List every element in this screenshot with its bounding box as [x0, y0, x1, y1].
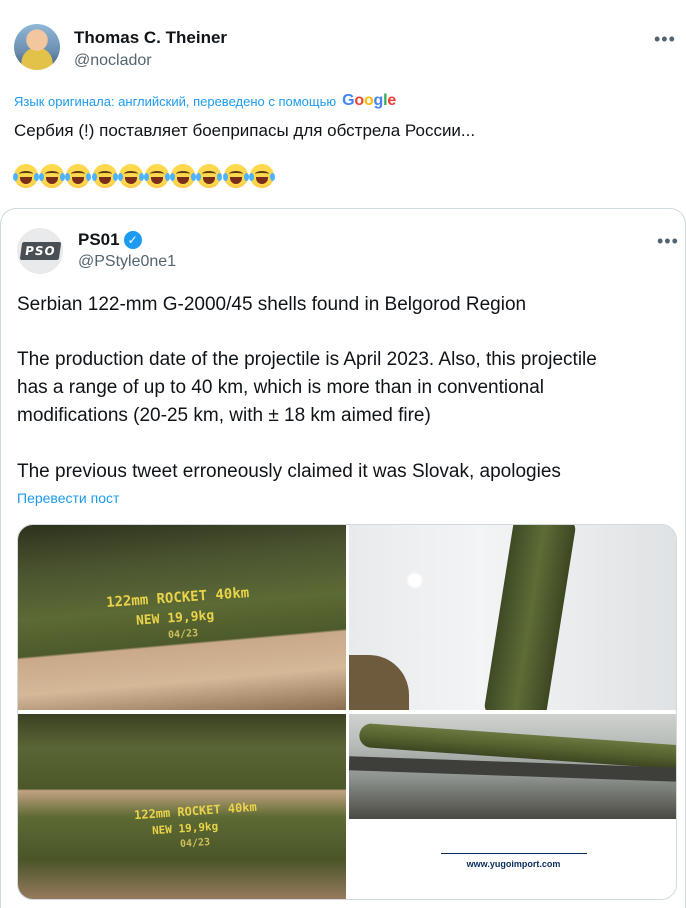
quoted-tweet-card[interactable]: PSO PS01 ✓ @PStyle0ne1 ••• Serbian 122-m…: [0, 208, 686, 908]
stencil-text: 122mm ROCKET 40km: [105, 585, 250, 611]
photo-yugoimport-rocket[interactable]: www.yugoimport.com: [349, 714, 676, 899]
photo-shell-in-snow[interactable]: [349, 525, 676, 710]
tears-of-joy-emoji-icon: [13, 164, 39, 188]
media-grid: 122mm ROCKET 40km NEW 19,9kg 04/23 122mm…: [17, 524, 677, 900]
translate-post-link[interactable]: Перевести пост: [17, 490, 119, 506]
tears-of-joy-emoji-icon: [248, 164, 275, 188]
quoted-author-name[interactable]: PS01 ✓: [78, 230, 142, 250]
tweet-text: Сербия (!) поставляет боеприпасы для обс…: [14, 121, 476, 140]
quoted-text-line: The previous tweet erroneously claimed i…: [17, 461, 561, 482]
avatar-logo: PSO: [19, 242, 61, 260]
more-icon[interactable]: •••: [657, 232, 679, 250]
google-logo: Google: [342, 92, 397, 109]
author-name[interactable]: Thomas C. Theiner: [74, 28, 227, 48]
photo-rocket-markings-2[interactable]: 122mm ROCKET 40km NEW 19,9kg 04/23: [18, 714, 346, 899]
stencil-text: 04/23: [167, 627, 199, 642]
tears-of-joy-emoji-icon: [91, 164, 118, 188]
tears-of-joy-emoji-icon: [39, 164, 66, 188]
tears-of-joy-emoji-icon: [222, 164, 249, 188]
tears-of-joy-emoji-icon: [65, 164, 92, 188]
quoted-text-line: modifications (20-25 km, with ± 18 km ai…: [17, 405, 431, 426]
author-avatar[interactable]: [14, 24, 60, 70]
verified-badge-icon: ✓: [123, 231, 142, 249]
stencil-text: NEW 19,9kg: [151, 819, 219, 838]
emoji-row: [13, 164, 275, 188]
author-handle[interactable]: @noclador: [74, 51, 152, 71]
stencil-text: NEW 19,9kg: [135, 608, 215, 629]
quoted-author-name-text: PS01: [78, 230, 120, 249]
shell-shape: [483, 525, 577, 710]
divider: [441, 853, 587, 854]
stencil-text: 04/23: [179, 836, 211, 851]
tweet-header: Thomas C. Theiner @noclador: [14, 24, 674, 74]
quoted-author-avatar[interactable]: PSO: [17, 228, 63, 274]
quoted-author-handle[interactable]: @PStyle0ne1: [78, 253, 176, 271]
stencil-text: 122mm ROCKET 40km: [133, 799, 258, 823]
translation-note: Язык оригинала: английский, переведено с…: [14, 92, 396, 110]
tears-of-joy-emoji-icon: [117, 164, 144, 188]
photo-rocket-markings-1[interactable]: 122mm ROCKET 40km NEW 19,9kg 04/23: [18, 525, 346, 710]
tears-of-joy-emoji-icon: [170, 164, 197, 188]
tears-of-joy-emoji-icon: [143, 164, 170, 188]
tears-of-joy-emoji-icon: [196, 164, 223, 188]
yugoimport-url: www.yugoimport.com: [466, 859, 561, 869]
rocket-photo: [349, 714, 676, 819]
quoted-text-line: Serbian 122-mm G-2000/45 shells found in…: [17, 294, 527, 315]
quoted-text-line: has a range of up to 40 km, which is mor…: [17, 377, 545, 398]
translation-note-text: Язык оригинала: английский, переведено с…: [14, 93, 337, 109]
more-icon[interactable]: •••: [654, 30, 676, 48]
quoted-text-line: The production date of the projectile is…: [17, 349, 597, 370]
boot-shape: [349, 655, 409, 710]
